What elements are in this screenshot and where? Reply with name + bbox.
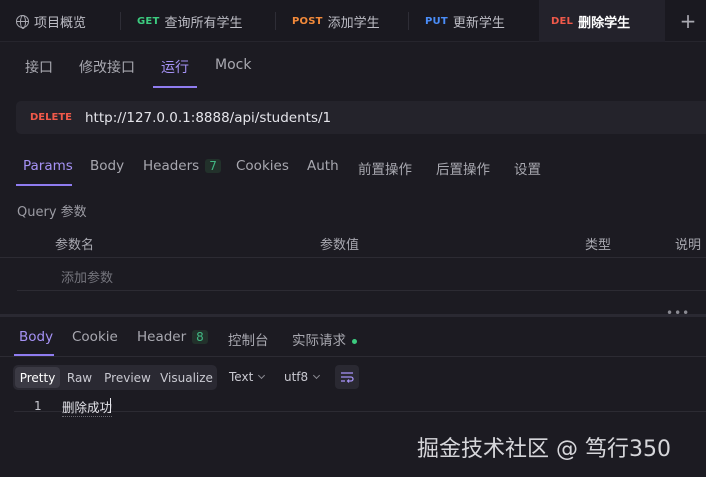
response-tabs-divider (0, 356, 706, 357)
tab-auth[interactable]: Auth (307, 158, 339, 174)
tab-post-student[interactable]: POST 添加学生 (276, 0, 409, 42)
globe-icon (16, 14, 29, 29)
tab-pre-operations[interactable]: 前置操作 (358, 158, 412, 178)
wrap-lines-button[interactable] (335, 365, 359, 389)
col-type: 类型 (585, 238, 612, 253)
resp-tab-actual-request-label: 实际请求 (292, 333, 346, 349)
chevron-down-icon (258, 371, 266, 380)
line-number: 1 (34, 399, 42, 413)
headers-count-badge: 7 (205, 159, 221, 173)
tab-headers[interactable]: Headers 7 (143, 158, 221, 174)
request-tab-active-indicator (16, 184, 72, 186)
method-post: POST (292, 15, 323, 27)
col-param-value: 参数值 (320, 238, 360, 253)
tab-label: 添加学生 (327, 15, 380, 31)
resp-header-count-badge: 8 (192, 330, 208, 344)
tab-cookies[interactable]: Cookies (236, 158, 289, 174)
resp-tab-cookie[interactable]: Cookie (72, 329, 118, 345)
tab-body[interactable]: Body (90, 158, 124, 174)
tab-params[interactable]: Params (23, 158, 73, 174)
resp-tab-actual-request[interactable]: 实际请求 (292, 329, 357, 349)
subtab-edit-interface[interactable]: 修改接口 (79, 57, 135, 77)
encoding-select[interactable]: utf8 (284, 370, 321, 384)
tab-get-students[interactable]: GET 查询所有学生 (121, 0, 276, 42)
params-table-header: 参数名 参数值 类型 说明 (0, 226, 706, 258)
tab-bar: 项目概览 GET 查询所有学生 POST 添加学生 PUT 更新学生 DEL 删… (0, 0, 706, 42)
format-preview-button[interactable]: Preview (99, 367, 156, 388)
subtab-interface[interactable]: 接口 (25, 57, 53, 77)
tab-project-overview[interactable]: 项目概览 (0, 0, 121, 42)
sub-tabs: 接口 修改接口 运行 Mock (0, 42, 706, 88)
query-params-title: Query 参数 (17, 205, 87, 220)
format-pretty-button[interactable]: Pretty (15, 367, 60, 388)
response-body-content: 删除成功 (62, 397, 113, 417)
tab-label: 项目概览 (34, 15, 87, 31)
resp-tab-console[interactable]: 控制台 (228, 329, 269, 349)
col-description: 说明 (675, 238, 702, 253)
encoding-value: utf8 (284, 370, 309, 384)
subtab-mock[interactable]: Mock (215, 57, 251, 73)
resp-tab-header-label: Header (137, 329, 187, 345)
resp-tab-header[interactable]: Header 8 (137, 329, 208, 345)
wrap-lines-icon (341, 372, 354, 383)
subtab-run[interactable]: 运行 (161, 57, 189, 77)
url-bar[interactable]: DELETE http://127.0.0.1:8888/api/student… (16, 101, 706, 134)
tab-label: 删除学生 (578, 15, 631, 31)
method-del: DEL (551, 15, 574, 27)
format-visualize-button[interactable]: Visualize (158, 367, 215, 388)
tab-label: 更新学生 (452, 15, 505, 31)
format-segmented-control: Pretty Raw Preview Visualize (13, 365, 217, 390)
add-param-input[interactable]: 添加参数 (61, 267, 113, 286)
tab-post-operations[interactable]: 后置操作 (436, 158, 490, 178)
add-tab-button[interactable]: + (670, 0, 706, 42)
subtab-active-indicator (153, 86, 197, 88)
panel-divider[interactable] (0, 314, 706, 317)
request-method[interactable]: DELETE (30, 112, 72, 123)
add-param-row[interactable]: 添加参数 (17, 258, 706, 291)
tab-label: 查询所有学生 (164, 15, 243, 31)
format-type-value: Text (229, 370, 254, 384)
status-dot-icon (352, 338, 357, 344)
col-param-name: 参数名 (55, 238, 95, 253)
text-cursor (110, 398, 111, 413)
format-raw-button[interactable]: Raw (62, 367, 97, 388)
tab-delete-student[interactable]: DEL 删除学生 (539, 0, 665, 42)
url-input[interactable]: http://127.0.0.1:8888/api/students/1 (85, 110, 331, 126)
method-get: GET (137, 15, 160, 27)
chevron-down-icon (313, 371, 321, 380)
editor-line-divider (14, 411, 706, 412)
resp-tab-body[interactable]: Body (19, 329, 53, 345)
tab-put-student[interactable]: PUT 更新学生 (409, 0, 539, 42)
tab-settings[interactable]: 设置 (514, 158, 541, 178)
resize-handle-icon[interactable]: ••• (666, 306, 690, 320)
method-put: PUT (425, 15, 448, 27)
watermark: 掘金技术社区 @ 笃行350 (417, 437, 671, 462)
format-type-select[interactable]: Text (229, 370, 266, 384)
tab-headers-label: Headers (143, 158, 200, 174)
